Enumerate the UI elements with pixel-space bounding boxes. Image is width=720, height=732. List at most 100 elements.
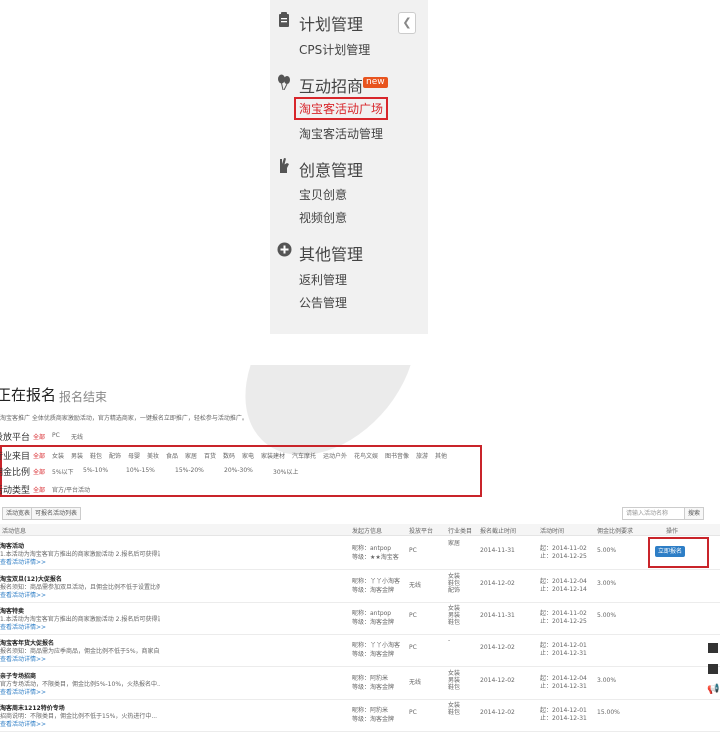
menu-item-item-creative[interactable]: 宝贝创意 [299, 186, 347, 203]
col-platform: 投放平台 [409, 528, 434, 535]
deadline-cell: 2014-11-31 [480, 612, 515, 619]
col-category: 行业类目 [448, 528, 473, 535]
ratio-cell: 15.00% [597, 709, 620, 716]
activity-detail-link[interactable]: 查看活动详情>> [0, 719, 46, 728]
filter-option[interactable]: 10%-15% [126, 467, 155, 474]
menu-item-video-creative[interactable]: 视频创意 [299, 209, 347, 226]
table-row: 淘客活动1.本活动为淘宝客官方推出的商家激励活动 2.报名后可获得流量曝光...… [0, 537, 720, 570]
filter-option[interactable]: 5%-10% [83, 467, 108, 474]
table-row: 亲子专场招商 官方专场活动，不限类目，佣金比例5%-10%，火热报名中... 查看活… [0, 667, 720, 700]
activity-detail-link[interactable]: 查看活动详情>> [0, 557, 46, 566]
filter-option[interactable]: 5%以下 [52, 467, 74, 476]
deadline-cell: 2014-12-02 [480, 709, 515, 716]
section-title-other[interactable]: 其他管理 [299, 241, 363, 265]
filter-option[interactable]: PC [52, 432, 60, 439]
sponsor-nick: 昵称：丫丫小淘客 [352, 642, 401, 649]
menu-item-activity-manage[interactable]: 淘宝客活动管理 [299, 125, 383, 142]
sponsor-nick: 昵称：阿豹米 [352, 707, 389, 714]
menu-item-rebate[interactable]: 返利管理 [299, 271, 347, 288]
category-cell: 女装 鞋包 配饰 [448, 573, 461, 594]
filter-option[interactable]: 数码 [223, 451, 235, 460]
table-row: 淘宝客年货大促报名报名须知：商品需为应季商品，佣金比例不低于5%，商家自主报名.… [0, 634, 720, 667]
table-row: 淘客周末1212特价专场 招商说明：不限类目，佣金比例不低于15%，火热进行中..… [0, 699, 720, 732]
chevron-left-icon: ❮ [402, 16, 412, 29]
menu-item-cps-plan[interactable]: CPS计划管理 [299, 41, 370, 58]
qr-code-icon[interactable] [708, 643, 718, 653]
ratio-cell: 5.00% [597, 612, 617, 619]
filter-option[interactable]: 30%以上 [273, 467, 298, 476]
collapse-sidebar-button[interactable]: ❮ [398, 12, 416, 34]
filter-option[interactable]: 全部 [33, 467, 45, 476]
col-activity: 活动信息 [2, 528, 27, 535]
sponsor-level: 等级：淘客金牌 [352, 651, 395, 658]
end-time: 止：2014-12-31 [540, 683, 587, 690]
menu-item-announcement[interactable]: 公告管理 [299, 294, 347, 311]
filter-option[interactable]: 旅游 [416, 451, 428, 460]
sponsor-level: 等级：淘客金牌 [352, 587, 395, 594]
sponsor-nick: 昵称：阿豹米 [352, 675, 389, 682]
platform-cell: PC [409, 644, 417, 651]
qr-code-icon-2[interactable] [708, 664, 718, 674]
section-title-creative[interactable]: 创意管理 [299, 157, 363, 181]
col-sponsor: 发起方信息 [352, 528, 383, 535]
activity-detail-link[interactable]: 查看活动详情>> [0, 590, 46, 599]
filter-option[interactable]: 其他 [435, 451, 447, 460]
ratio-cell: 5.00% [597, 547, 617, 554]
deadline-cell: 2014-12-02 [480, 677, 515, 684]
filter-option[interactable]: 全部 [33, 432, 45, 441]
tab-available-list[interactable]: 可报名活动列表 [31, 507, 82, 520]
platform-cell: PC [409, 612, 417, 619]
filter-option[interactable]: 美妆 [147, 451, 159, 460]
filter-option[interactable]: 母婴 [128, 451, 140, 460]
ratio-cell: 3.00% [597, 580, 617, 587]
col-time: 活动时间 [540, 528, 565, 535]
filter-option[interactable]: 女装 [52, 451, 64, 460]
activity-detail-link[interactable]: 查看活动详情>> [0, 622, 46, 631]
platform-cell: 无线 [409, 582, 422, 589]
deadline-cell: 2014-11-31 [480, 547, 515, 554]
section-title-interactive[interactable]: 互动招商 [299, 73, 363, 97]
menu-item-activity-square[interactable]: 淘宝客活动广场 [294, 97, 389, 120]
speaker-icon[interactable]: 📢 [707, 684, 719, 695]
platform-cell: 无线 [409, 679, 422, 686]
filter-option[interactable]: 运动户外 [323, 451, 347, 460]
col-ratio: 佣金比例要求 [597, 528, 634, 535]
filter-option[interactable]: 20%-30% [224, 467, 253, 474]
sponsor-nick: 昵称：antpop [352, 610, 392, 617]
end-time: 止：2014-12-14 [540, 586, 587, 593]
filter-option[interactable]: 百货 [204, 451, 216, 460]
platform-cell: PC [409, 547, 417, 554]
filter-option[interactable]: 家电 [242, 451, 254, 460]
tab-activity-wide[interactable]: 活动宽表 [2, 507, 35, 520]
filter-option[interactable]: 家居 [185, 451, 197, 460]
col-deadline: 报名截止时间 [480, 528, 517, 535]
search-button[interactable]: 搜索 [684, 507, 705, 520]
search-input[interactable]: 请输入活动名称 [622, 507, 686, 520]
filter-option[interactable]: 汽车摩托 [292, 451, 316, 460]
filter-option[interactable]: 无线 [71, 432, 83, 441]
sponsor-level: 等级：淘客金牌 [352, 716, 395, 723]
filter-option[interactable]: 配饰 [109, 451, 121, 460]
filter-option[interactable]: 15%-20% [175, 467, 204, 474]
sponsor-level: 等级：淘客金牌 [352, 684, 395, 691]
filter-option[interactable]: 食品 [166, 451, 178, 460]
filter-option[interactable]: 花鸟文娱 [354, 451, 378, 460]
filter-option[interactable]: 官方/平台活动 [52, 485, 90, 494]
tab-registration-ended[interactable]: 报名结束 [59, 388, 107, 405]
platform-cell: PC [409, 709, 417, 716]
filter-option[interactable]: 全部 [33, 485, 45, 494]
category-cell: 女装 鞋包 [448, 702, 461, 716]
filter-option[interactable]: 男装 [71, 451, 83, 460]
filter-option[interactable]: 鞋包 [90, 451, 102, 460]
activity-detail-link[interactable]: 查看活动详情>> [0, 687, 46, 696]
end-time: 止：2014-12-25 [540, 618, 587, 625]
filter-option[interactable]: 家装建材 [261, 451, 285, 460]
end-time: 止：2014-12-31 [540, 650, 587, 657]
activity-detail-link[interactable]: 查看活动详情>> [0, 654, 46, 663]
filter-option[interactable]: 全部 [33, 451, 45, 460]
tab-registering[interactable]: 正在报名 [0, 384, 56, 405]
section-title-plan[interactable]: 计划管理 [299, 11, 363, 35]
filter-option[interactable]: 图书音像 [385, 451, 409, 460]
filter-platform-label: 投放平台 [0, 433, 31, 443]
sponsor-level: 等级：淘客金牌 [352, 619, 395, 626]
